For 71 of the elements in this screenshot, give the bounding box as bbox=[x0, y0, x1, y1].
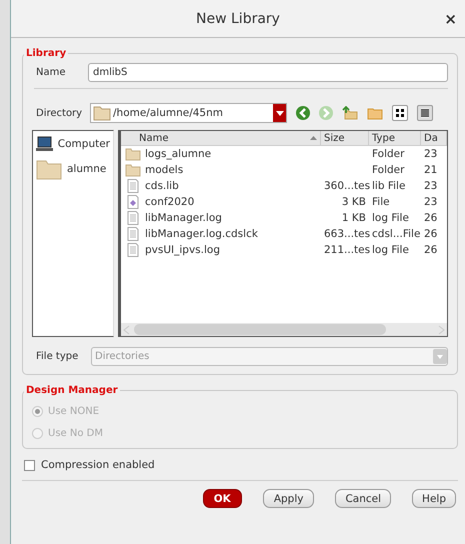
file-name[interactable]: pvsUI_ipvs.log bbox=[145, 244, 220, 256]
column-header[interactable]: Name bbox=[121, 131, 321, 145]
file-size: 1 KB bbox=[340, 212, 367, 224]
file-date: 23 bbox=[423, 180, 438, 192]
parent-folder-icon[interactable] bbox=[342, 106, 358, 120]
file-type: log File bbox=[371, 212, 410, 224]
compression-checkbox[interactable]: Compression enabled bbox=[24, 459, 458, 471]
file-date: 26 bbox=[423, 212, 438, 224]
name-field[interactable]: dmlibS bbox=[88, 63, 448, 82]
directory-dropdown[interactable]: /home/alumne/45nm bbox=[90, 103, 287, 123]
sort-icon bbox=[310, 136, 317, 140]
radio-label: Use No DM bbox=[48, 428, 103, 438]
file-type: lib File bbox=[371, 180, 406, 192]
place-item[interactable]: Computer bbox=[36, 136, 110, 152]
directory-label: Directory bbox=[35, 108, 84, 118]
column-header[interactable]: Type bbox=[369, 131, 421, 145]
file-type: File bbox=[371, 196, 391, 208]
scroll-left-icon[interactable] bbox=[123, 324, 131, 334]
name-label: Name bbox=[35, 67, 67, 78]
file-date: 26 bbox=[423, 228, 438, 240]
file-name[interactable]: logs_alumne bbox=[145, 148, 212, 160]
file-name[interactable]: libManager.log bbox=[145, 212, 222, 224]
ok-button[interactable]: OK bbox=[202, 489, 242, 508]
document-icon bbox=[125, 227, 141, 241]
folder-icon bbox=[125, 163, 141, 177]
new-folder-icon[interactable] bbox=[367, 106, 383, 120]
group-title: Design Manager bbox=[25, 385, 119, 396]
scroll-thumb[interactable] bbox=[134, 324, 386, 335]
list-icon bbox=[420, 108, 430, 118]
file-date: 23 bbox=[423, 196, 438, 208]
file-size: 360...tes bbox=[323, 180, 369, 192]
file-name[interactable]: models bbox=[145, 164, 184, 176]
back-icon[interactable] bbox=[296, 106, 310, 120]
document-icon bbox=[125, 211, 141, 225]
forward-icon[interactable] bbox=[319, 106, 333, 120]
column-header[interactable]: Size bbox=[321, 131, 369, 145]
file-size: 663...tes bbox=[323, 228, 369, 240]
scroll-right-icon[interactable] bbox=[437, 324, 445, 334]
dialog-button[interactable]: Cancel bbox=[335, 489, 392, 508]
file-type: Folder bbox=[371, 148, 406, 160]
file-date: 26 bbox=[423, 244, 438, 256]
file-name[interactable]: cds.lib bbox=[145, 180, 179, 192]
file-size: 211...tes bbox=[323, 244, 369, 256]
place-item[interactable]: alumne bbox=[36, 158, 110, 180]
list-view-button[interactable] bbox=[417, 105, 433, 121]
file-name[interactable]: conf2020 bbox=[145, 196, 194, 208]
config-file-icon bbox=[125, 195, 141, 209]
document-icon bbox=[125, 243, 141, 257]
folder-icon bbox=[93, 105, 111, 121]
window-title: New Library bbox=[196, 10, 280, 26]
computer-icon bbox=[36, 136, 53, 152]
file-type: Folder bbox=[371, 164, 406, 176]
icon-view-button[interactable] bbox=[392, 105, 408, 121]
group-title: Library bbox=[25, 48, 68, 59]
file-type: log File bbox=[371, 244, 410, 256]
file-size: 3 KB bbox=[340, 196, 367, 208]
folder-icon bbox=[36, 158, 62, 180]
dialog-button[interactable]: Apply bbox=[262, 489, 314, 508]
caret-icon bbox=[437, 354, 443, 358]
radio-label: Use NONE bbox=[48, 406, 100, 416]
file-type-label: File type bbox=[35, 351, 80, 362]
caret-icon bbox=[276, 110, 284, 116]
dialog-button[interactable]: Help bbox=[412, 489, 456, 508]
close-button[interactable]: × bbox=[442, 10, 459, 28]
document-icon bbox=[125, 179, 141, 193]
file-name[interactable]: libManager.log.cdslck bbox=[145, 228, 258, 240]
grid-icon bbox=[395, 108, 405, 118]
file-date: 21 bbox=[423, 164, 438, 176]
file-type: cdsl...File bbox=[371, 228, 421, 240]
file-date: 23 bbox=[423, 148, 438, 160]
column-header[interactable]: Da bbox=[421, 131, 447, 145]
